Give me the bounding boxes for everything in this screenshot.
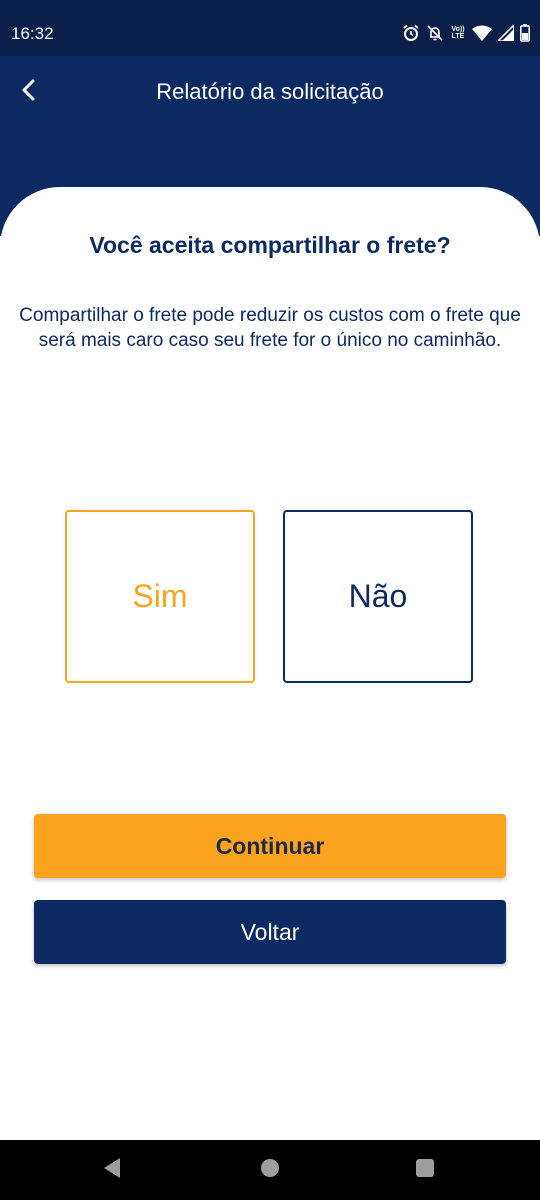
status-time: 16:32 xyxy=(11,24,54,43)
option-yes-button[interactable]: Sim xyxy=(65,510,255,683)
nav-back-button[interactable] xyxy=(96,1154,128,1186)
nav-home-button[interactable] xyxy=(254,1154,286,1186)
status-icons: Vo)) LTE xyxy=(402,22,530,44)
home-circle-icon xyxy=(260,1158,280,1183)
back-triangle-icon xyxy=(102,1157,122,1184)
question-description: Compartilhar o frete pode reduzir os cus… xyxy=(19,305,521,351)
battery-icon xyxy=(520,24,530,42)
page-title: Relatório da solicitação xyxy=(156,79,384,104)
volte-icon: Vo)) LTE xyxy=(450,26,466,40)
status-bar: 16:32 Vo)) LTE xyxy=(0,0,540,56)
continue-button[interactable]: Continuar xyxy=(34,814,506,878)
notifications-off-icon xyxy=(426,24,444,42)
back-action-button-label: Voltar xyxy=(240,918,300,945)
option-yes-label: Sim xyxy=(132,578,188,614)
recents-square-icon xyxy=(415,1158,435,1183)
question-title: Você aceita compartilhar o frete? xyxy=(89,232,451,258)
continue-button-label: Continuar xyxy=(215,832,325,859)
signal-icon xyxy=(498,25,514,41)
back-action-button[interactable]: Voltar xyxy=(34,900,506,964)
wifi-icon xyxy=(472,25,492,41)
volte-bottom-label: LTE xyxy=(451,33,465,40)
volte-top-label: Vo)) xyxy=(451,26,465,33)
option-no-label: Não xyxy=(348,578,408,614)
option-no-button[interactable]: Não xyxy=(283,510,473,683)
alarm-icon xyxy=(402,24,420,42)
system-nav-bar xyxy=(0,1140,540,1200)
nav-recents-button[interactable] xyxy=(409,1154,441,1186)
